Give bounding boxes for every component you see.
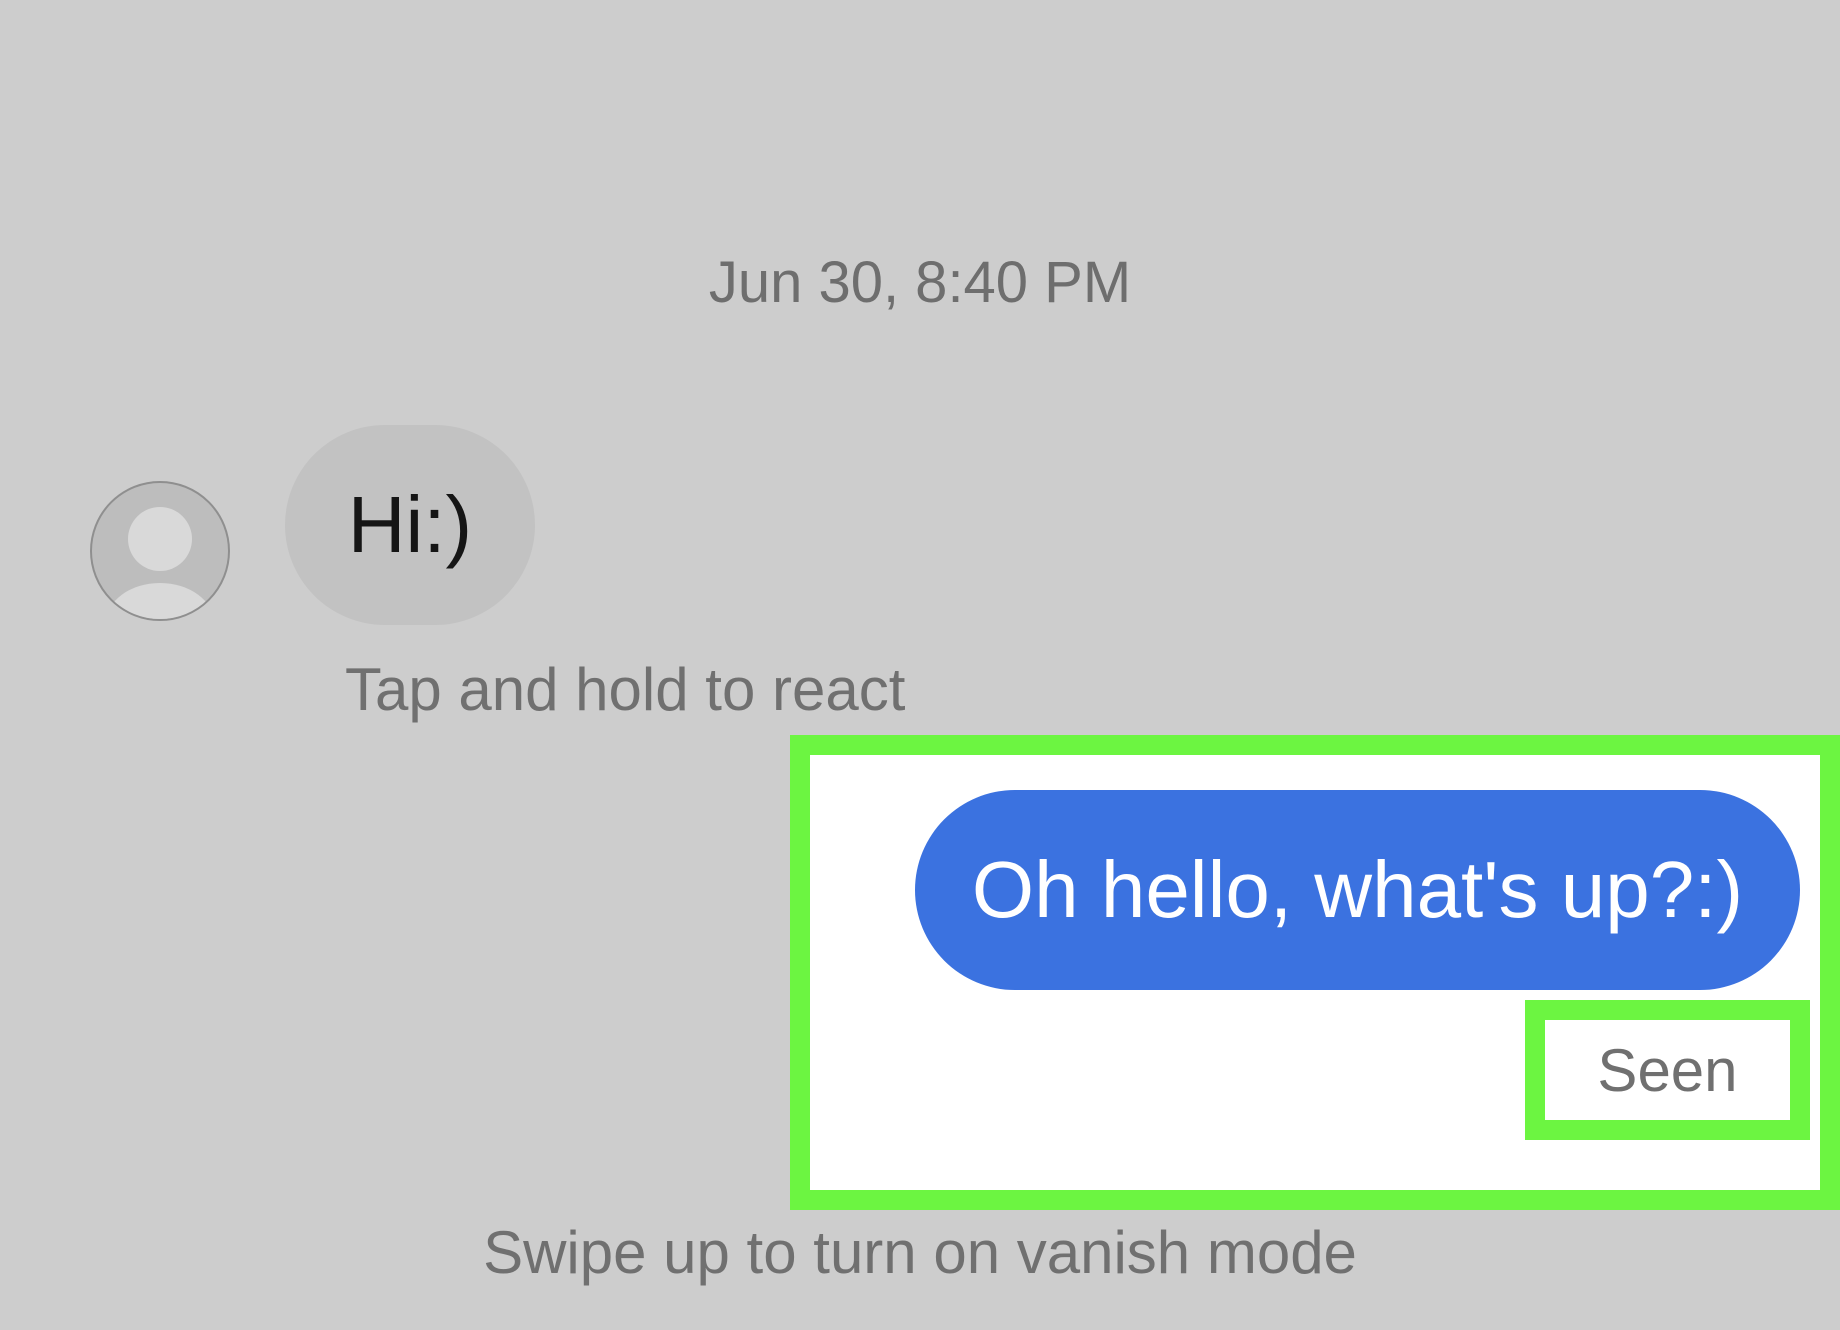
message-timestamp: Jun 30, 8:40 PM [708,250,1132,315]
avatar-body-shape [106,583,214,619]
seen-status-label: Seen [1525,1000,1810,1140]
avatar-head-shape [128,507,192,571]
react-hint-text: Tap and hold to react [345,656,906,723]
incoming-message-bubble[interactable]: Hi:) [285,425,535,625]
vanish-mode-hint[interactable]: Swipe up to turn on vanish mode [0,1218,1840,1288]
contact-avatar-icon[interactable] [90,481,230,621]
outgoing-message-bubble[interactable]: Oh hello, what's up?:) [915,790,1800,990]
